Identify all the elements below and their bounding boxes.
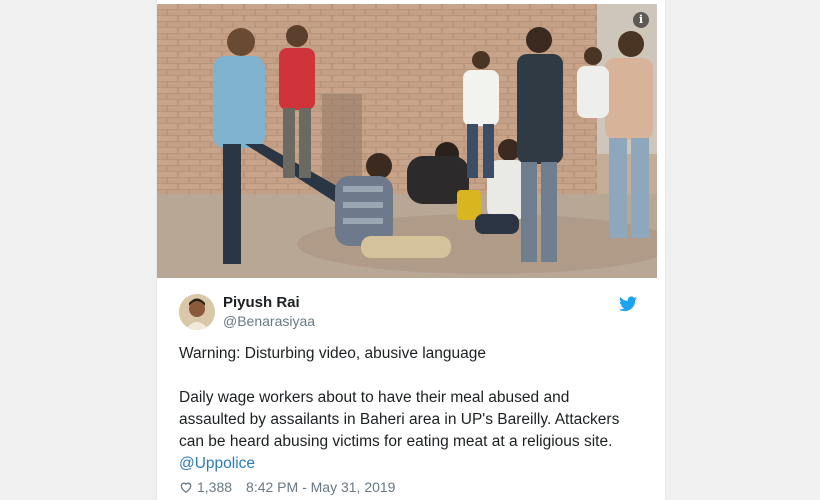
tweet-footer: 1,388 8:42 PM - May 31, 2019 xyxy=(179,479,395,495)
like-count[interactable]: 1,388 xyxy=(197,479,232,495)
tweet-main-text: Daily wage workers about to have their m… xyxy=(179,389,620,450)
author-handle[interactable]: @Benarasiyaa xyxy=(223,313,315,329)
heart-icon[interactable] xyxy=(179,480,193,494)
heart-svg xyxy=(180,482,192,494)
tweet-media-photo[interactable]: i xyxy=(157,4,657,278)
embedded-tweet-card: i Piyush Rai @Benarasiyaa Warning: Distu… xyxy=(156,0,666,500)
tweet-mention-link[interactable]: @Uppolice xyxy=(179,453,255,475)
twitter-bird-icon[interactable] xyxy=(619,296,637,312)
tweet-body: Piyush Rai @Benarasiyaa Warning: Disturb… xyxy=(157,278,665,500)
info-icon[interactable]: i xyxy=(633,12,649,28)
yellow-bag xyxy=(457,190,481,220)
twitter-bird-svg xyxy=(619,296,637,312)
tweet-timestamp[interactable]: 8:42 PM - May 31, 2019 xyxy=(246,479,395,495)
avatar[interactable] xyxy=(179,294,215,330)
author-name[interactable]: Piyush Rai xyxy=(223,294,300,311)
tweet-warning-text: Warning: Disturbing video, abusive langu… xyxy=(179,345,487,362)
photo-scene xyxy=(157,4,657,278)
avatar-image xyxy=(179,294,215,330)
page: i Piyush Rai @Benarasiyaa Warning: Distu… xyxy=(0,0,820,500)
